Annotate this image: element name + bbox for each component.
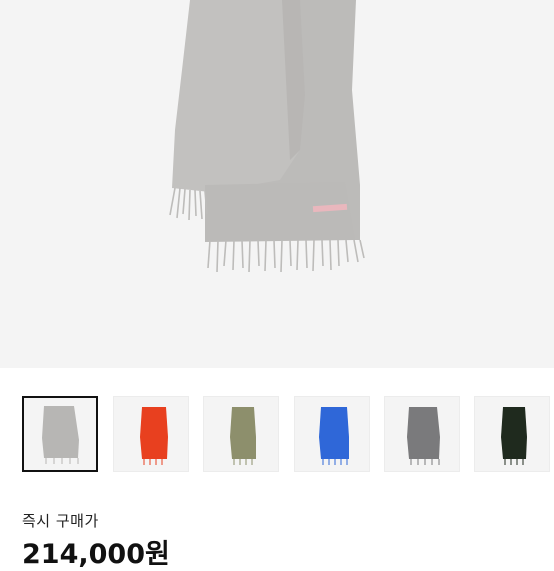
scarf-thumb-dark-gray-image <box>407 407 440 465</box>
thumbnail-black-green[interactable] <box>474 396 550 472</box>
color-thumbnails <box>22 396 554 474</box>
scarf-thumb-olive-image <box>230 407 256 465</box>
product-image <box>0 0 554 368</box>
thumbnail-gray[interactable] <box>22 396 98 472</box>
thumbnail-red[interactable] <box>113 396 189 472</box>
thumbnail-olive[interactable] <box>203 396 279 472</box>
scarf-thumb-gray-image <box>42 406 79 464</box>
instant-buy-label: 즉시 구매가 <box>22 512 99 530</box>
scarf-thumb-black-green-image <box>501 407 527 465</box>
scarf-image <box>169 0 365 273</box>
thumbnail-blue[interactable] <box>294 396 370 472</box>
thumbnail-dark-gray[interactable] <box>384 396 460 472</box>
scarf-thumb-red-image <box>140 407 168 465</box>
instant-buy-price: 214,000원 <box>22 539 170 570</box>
scarf-thumb-blue-image <box>319 407 349 465</box>
